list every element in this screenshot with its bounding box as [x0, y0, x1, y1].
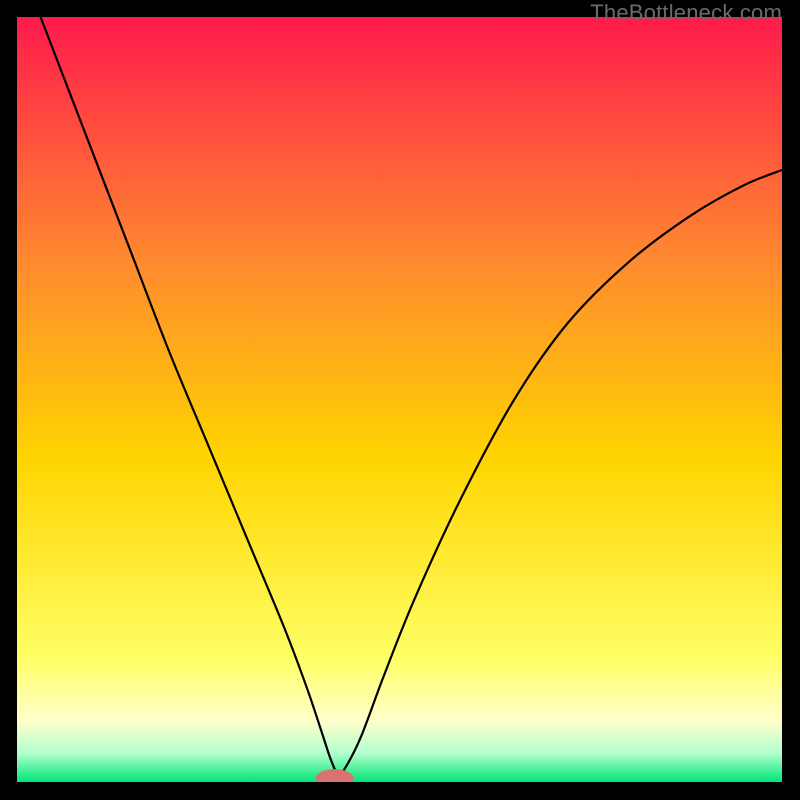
- optimal-marker: [316, 770, 353, 782]
- gradient-background: [17, 17, 782, 782]
- bottleneck-chart: [17, 17, 782, 782]
- chart-frame: [17, 17, 782, 782]
- watermark-text: TheBottleneck.com: [590, 0, 782, 26]
